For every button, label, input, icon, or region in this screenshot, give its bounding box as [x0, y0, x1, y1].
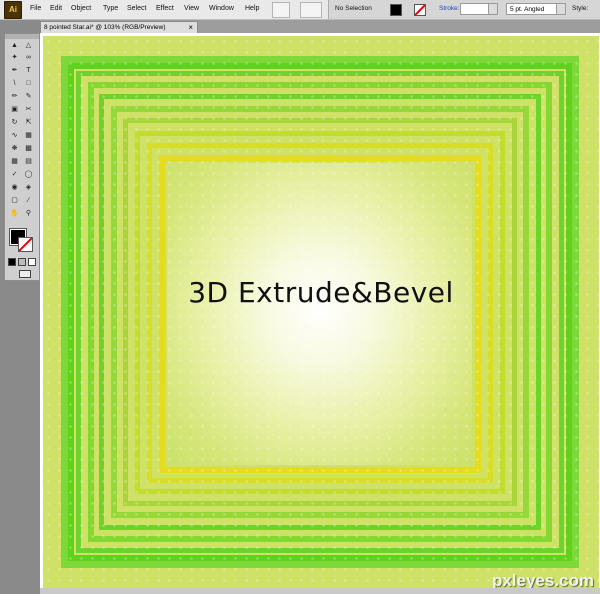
- menu-select[interactable]: Select: [127, 5, 146, 12]
- selection-status: No Selection: [335, 5, 372, 12]
- tools-panel: ▲ △ ✦ ∞ ✒ T \ □ ✏ ✎ ▣ ✂ ↻ ⇱ ∿ ▦ ❋ ▩ ▦ ▤ …: [4, 33, 40, 281]
- symbol-sprayer-icon[interactable]: ❋: [9, 144, 20, 153]
- brush-dropdown[interactable]: 5 pt. Angled: [506, 3, 566, 15]
- magic-wand-icon[interactable]: ✦: [9, 53, 20, 62]
- free-transform-icon[interactable]: ▦: [23, 131, 34, 140]
- eyedropper-icon[interactable]: ✓: [9, 170, 20, 179]
- live-paint-icon[interactable]: ◉: [9, 183, 20, 192]
- menu-object[interactable]: Object: [71, 5, 91, 12]
- type-tool-icon[interactable]: T: [23, 66, 34, 75]
- app-logo: Ai: [4, 1, 22, 19]
- document-tab-bar: 8 pointed Star.ai* @ 103% (RGB/Preview) …: [40, 20, 600, 33]
- mesh-tool-icon[interactable]: ▦: [9, 157, 20, 166]
- status-bar: [40, 588, 600, 594]
- stroke-color-icon[interactable]: [18, 237, 33, 252]
- rectangle-tool-icon[interactable]: □: [23, 79, 34, 88]
- stroke-weight-field[interactable]: [460, 3, 498, 15]
- pencil-icon[interactable]: ✎: [23, 92, 34, 101]
- eraser-icon[interactable]: ▣: [9, 105, 20, 114]
- panel-grip[interactable]: [5, 34, 39, 39]
- stroke-label[interactable]: Stroke:: [439, 5, 460, 12]
- document-canvas[interactable]: 3D Extrude&Bevel pxleyes.com: [40, 33, 600, 594]
- color-mode-icon[interactable]: [8, 258, 16, 266]
- menu-edit[interactable]: Edit: [50, 5, 62, 12]
- document-tab[interactable]: 8 pointed Star.ai* @ 103% (RGB/Preview) …: [40, 21, 198, 33]
- scale-tool-icon[interactable]: ⇱: [23, 118, 34, 127]
- slice-tool-icon[interactable]: ∕: [23, 196, 34, 205]
- none-mode-icon[interactable]: [28, 258, 36, 266]
- scissors-icon[interactable]: ✂: [23, 105, 34, 114]
- document-title: 8 pointed Star.ai* @ 103% (RGB/Preview): [44, 24, 166, 31]
- screen-mode-icon[interactable]: [19, 270, 31, 278]
- hand-tool-icon[interactable]: ✋: [9, 209, 20, 218]
- stroke-swatch[interactable]: [414, 4, 426, 16]
- graph-tool-icon[interactable]: ▩: [23, 144, 34, 153]
- menu-file[interactable]: File: [30, 5, 41, 12]
- line-tool-icon[interactable]: \: [9, 79, 20, 88]
- selection-tool-icon[interactable]: ▲: [9, 41, 20, 50]
- brush-value: 5 pt. Angled: [510, 6, 545, 13]
- direct-selection-tool-icon[interactable]: △: [23, 41, 34, 50]
- blend-tool-icon[interactable]: ◯: [23, 170, 34, 179]
- style-label: Style:: [572, 5, 589, 12]
- gradient-tool-icon[interactable]: ▤: [23, 157, 34, 166]
- gradient-mode-icon[interactable]: [18, 258, 26, 266]
- menu-effect[interactable]: Effect: [156, 5, 174, 12]
- pen-tool-icon[interactable]: ✒: [9, 66, 20, 75]
- headline-text: 3D Extrude&Bevel: [188, 276, 454, 309]
- center-panel: [167, 163, 472, 465]
- paintbrush-icon[interactable]: ✏: [9, 92, 20, 101]
- fill-swatch[interactable]: [390, 4, 402, 16]
- artboard: 3D Extrude&Bevel: [43, 36, 599, 589]
- control-bar: No Selection Stroke: 5 pt. Angled Style:: [328, 0, 600, 19]
- menu-window[interactable]: Window: [209, 5, 234, 12]
- rotate-tool-icon[interactable]: ↻: [9, 118, 20, 127]
- arrange-documents-button[interactable]: [300, 2, 322, 18]
- zoom-tool-icon[interactable]: ⚲: [23, 209, 34, 218]
- lasso-icon[interactable]: ∞: [23, 53, 34, 62]
- menu-type[interactable]: Type: [103, 5, 118, 12]
- live-paint-selection-icon[interactable]: ◈: [23, 183, 34, 192]
- menu-help[interactable]: Help: [245, 5, 259, 12]
- bridge-button[interactable]: [272, 2, 290, 18]
- menu-view[interactable]: View: [184, 5, 199, 12]
- warp-tool-icon[interactable]: ∿: [9, 131, 20, 140]
- crop-area-icon[interactable]: ▢: [9, 196, 20, 205]
